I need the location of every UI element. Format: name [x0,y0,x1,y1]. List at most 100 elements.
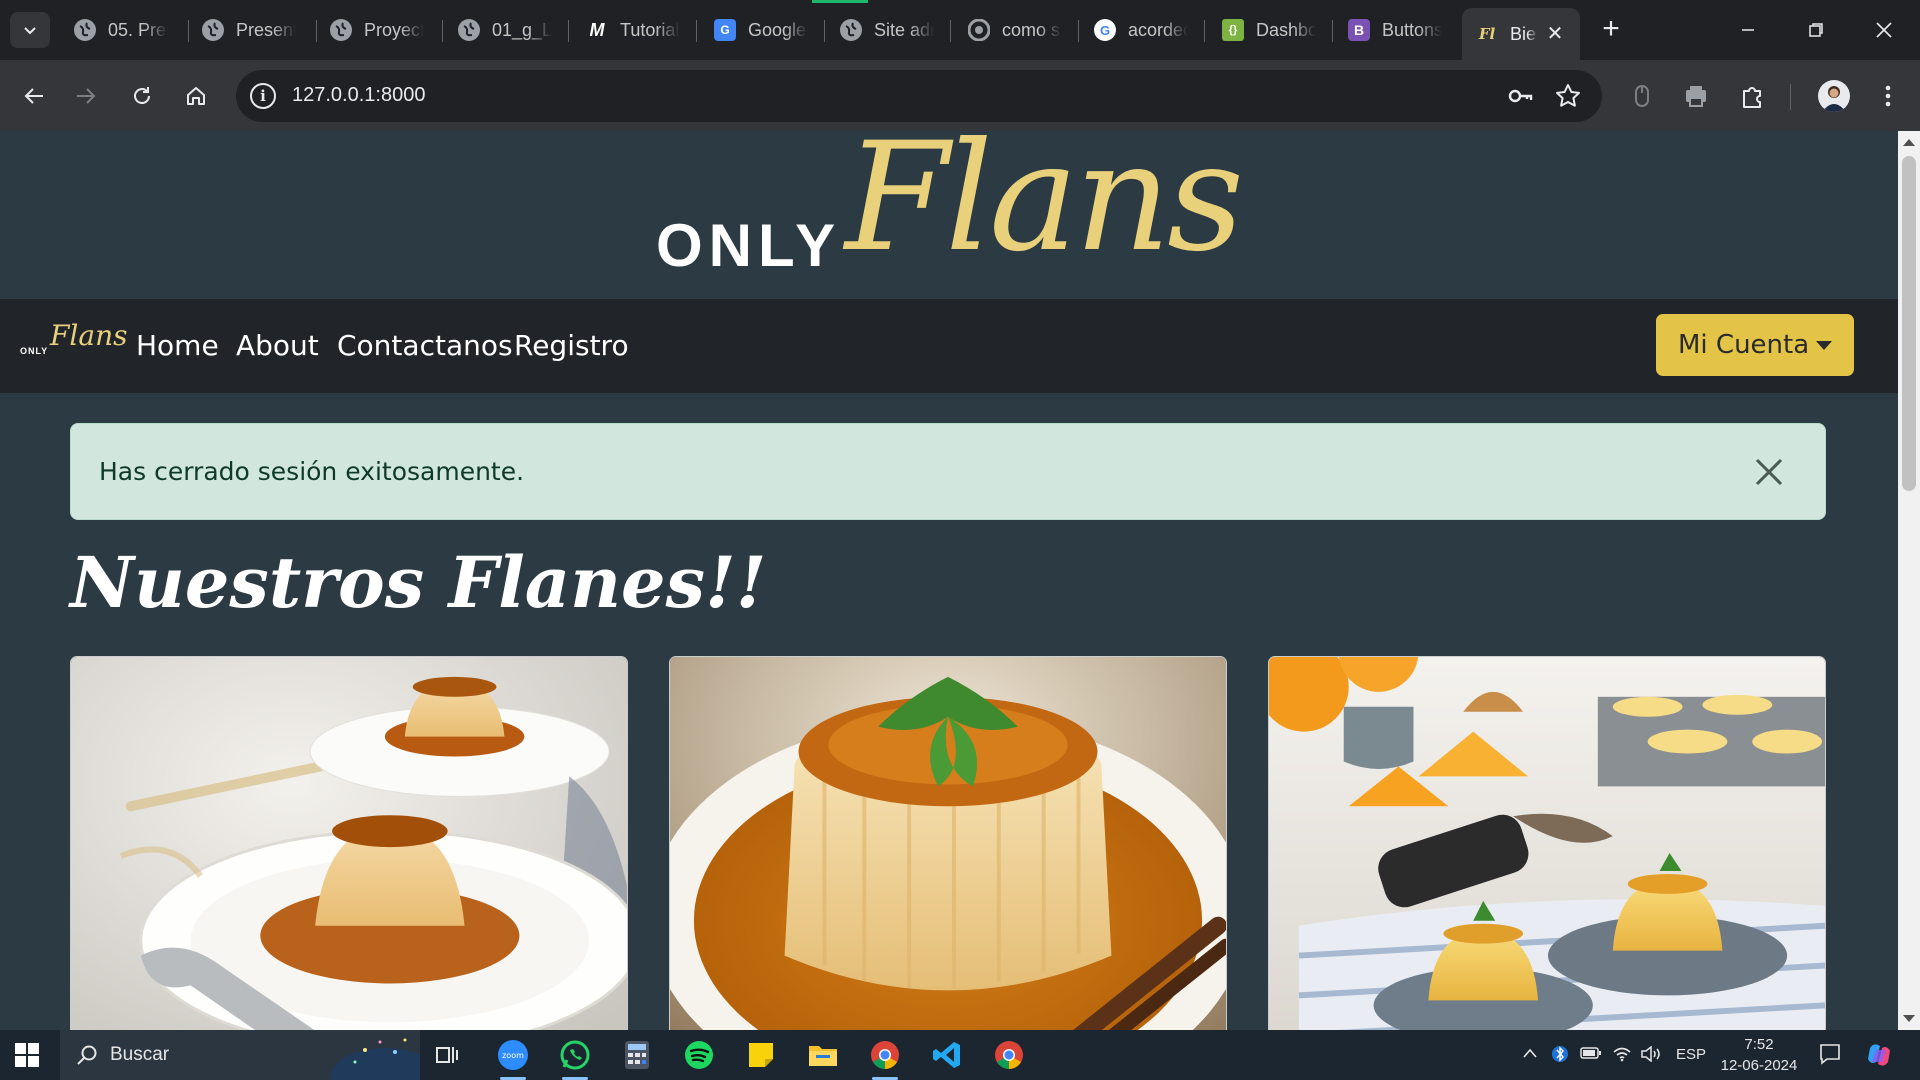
zoom-icon[interactable]: zoom [496,1038,530,1080]
vscode-icon[interactable] [930,1038,964,1072]
chrome-profile-icon[interactable] [992,1038,1026,1072]
address-bar-url[interactable]: 127.0.0.1:8000 [292,84,425,107]
close-tab-icon[interactable]: ✕ [1544,22,1566,45]
navbar-brand-logo[interactable]: ONLY Flans [20,319,128,361]
browser-tab-active[interactable]: Fl Bie ✕ [1462,8,1580,60]
tab-separator [1332,20,1333,42]
tab-title: Site adr [874,19,934,40]
brand-only-text: ONLY [20,346,49,356]
browser-tab[interactable]: {} Dashbo [1208,10,1332,50]
browser-tab[interactable]: G acordeo [1080,10,1204,50]
tab-title: Bie [1510,23,1537,44]
mouse-extension-icon[interactable] [1628,82,1656,110]
account-dropdown-button[interactable]: Mi Cuenta [1656,314,1854,376]
alert-message: Has cerrado sesión exitosamente. [99,457,525,486]
chrome-taskbar-icon[interactable] [868,1038,902,1080]
new-tab-button[interactable]: + [1595,14,1627,46]
close-window-button[interactable] [1856,12,1912,48]
reload-button[interactable] [122,76,162,116]
tab-title: como s [1002,19,1061,40]
globe-icon [458,19,480,41]
flan-photo-oranges [1269,657,1825,1030]
flan-card-image[interactable] [669,656,1227,1030]
extensions-puzzle-icon[interactable] [1738,82,1766,110]
globe-icon [330,19,352,41]
taskbar-clock[interactable]: 7:52 12-06-2024 [1704,1034,1814,1076]
forward-button[interactable] [66,76,106,116]
tab-search-button[interactable] [10,12,50,48]
search-highlight-image [330,1038,420,1080]
caret-down-icon [1816,341,1832,350]
flan-card-image[interactable] [70,656,628,1030]
home-icon [187,87,205,105]
browser-tab[interactable]: 05. Pres [60,10,184,50]
volume-icon[interactable] [1640,1045,1662,1066]
cast-extension-icon[interactable] [1682,82,1710,110]
site-logo[interactable]: ONLY Flans [650,131,1250,299]
language-indicator[interactable]: ESP [1676,1046,1706,1063]
search-icon [77,1045,97,1065]
scroll-down-arrow-icon[interactable] [1903,1015,1915,1022]
clock-date: 12-06-2024 [1720,1057,1798,1074]
tray-overflow-chevron-icon[interactable] [1522,1046,1538,1064]
whatsapp-icon[interactable] [558,1038,592,1080]
calculator-icon[interactable] [620,1038,654,1072]
copilot-icon[interactable] [1864,1040,1894,1074]
globe-icon [202,19,224,41]
tab-title: 01_g_Le [492,19,552,40]
battery-icon[interactable] [1580,1046,1602,1064]
tab-group-indicator [812,0,868,3]
spotify-icon[interactable] [682,1038,716,1072]
sticky-notes-icon[interactable] [744,1038,778,1072]
bookmark-star-icon[interactable] [1554,82,1582,110]
browser-menu-icon[interactable] [1874,82,1902,110]
file-explorer-icon[interactable] [806,1038,840,1072]
notifications-icon[interactable] [1818,1042,1842,1070]
tab-separator [950,20,951,42]
address-bar[interactable]: i 127.0.0.1:8000 [236,70,1602,122]
nav-link-about[interactable]: About [236,329,319,362]
browser-tab[interactable]: G Google [700,10,824,50]
browser-tab[interactable]: Site adr [826,10,950,50]
nav-link-home[interactable]: Home [136,329,219,362]
tab-separator [1204,20,1205,42]
brand-flans-text: Flans [50,319,128,352]
toolbar-divider [1790,84,1791,110]
json-icon: {} [1222,19,1244,41]
minimize-button[interactable] [1720,12,1776,48]
home-button[interactable] [176,76,216,116]
windows-start-icon[interactable] [14,1042,40,1068]
alert-close-icon[interactable] [1751,454,1787,490]
svg-text:zoom: zoom [502,1051,524,1060]
task-view-icon[interactable] [430,1038,464,1072]
browser-tab[interactable]: como s [954,10,1078,50]
browser-tab[interactable]: B Buttons [1334,10,1458,50]
wifi-icon[interactable] [1612,1046,1632,1066]
password-key-icon[interactable] [1506,82,1534,110]
nav-link-contactanos[interactable]: Contactanos [337,329,513,362]
back-button[interactable] [14,76,54,116]
tab-separator [696,20,697,42]
restore-button[interactable] [1788,12,1844,48]
browser-tab[interactable]: 01_g_Le [444,10,568,50]
logo-only-text: ONLY [656,212,842,279]
flan-card-image[interactable] [1268,656,1826,1030]
google-icon: G [1094,19,1116,41]
profile-avatar[interactable] [1818,80,1850,112]
browser-tab-bar: 05. Pres Present Proyect 01_g_Le M Tutor… [0,0,1920,60]
windows-taskbar: Buscar zoom ESP 7:52 12-06-2024 [0,1030,1920,1080]
browser-tab[interactable]: Proyect [316,10,440,50]
page-scrollbar[interactable] [1898,131,1920,1030]
taskbar-search-box[interactable]: Buscar [60,1030,420,1080]
bluetooth-icon[interactable] [1552,1044,1568,1068]
scroll-up-arrow-icon[interactable] [1903,139,1915,146]
scrollbar-thumb[interactable] [1902,156,1916,491]
clock-time: 7:52 [1744,1036,1774,1053]
site-info-icon[interactable]: i [250,83,276,109]
globe-icon [74,19,96,41]
logout-success-alert: Has cerrado sesión exitosamente. [70,423,1826,520]
nav-link-registro[interactable]: Registro [514,329,629,362]
browser-tab[interactable]: Present [188,10,312,50]
tab-title: Buttons [1382,19,1442,40]
browser-tab[interactable]: M Tutorial [572,10,696,50]
